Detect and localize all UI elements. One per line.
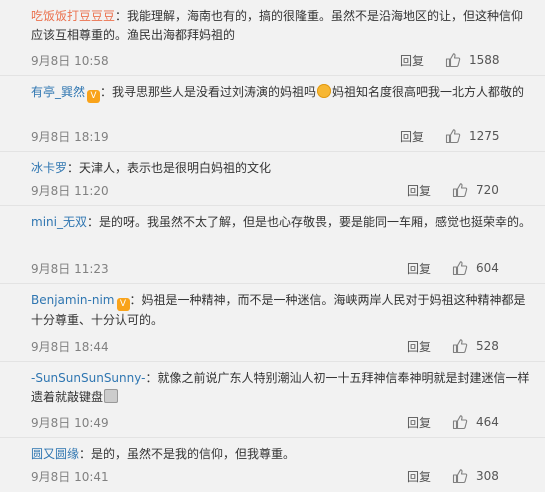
comment-body: 冰卡罗：天津人，表示也是很明白妈祖的文化 [31, 159, 535, 178]
reply-button[interactable]: 回复 [407, 414, 431, 431]
like-count: 464 [476, 415, 499, 429]
comment-separator: ： [86, 215, 99, 229]
comment-time: 9月8日 10:58 [31, 54, 109, 68]
comment-time: 9月8日 10:41 [31, 470, 109, 484]
like-count: 308 [476, 469, 499, 483]
thumbs-up-icon[interactable] [452, 414, 468, 430]
comment-username[interactable]: Benjamin-nim [31, 293, 115, 307]
comment-time: 9月8日 11:20 [31, 184, 109, 198]
vip-badge-icon: V [87, 90, 101, 103]
comment-item: 吃饭饭打豆豆豆：我能理解，海南也有的，搞的很隆重。虽然不是沿海地区的让，但这种信… [0, 0, 545, 76]
comment-item: 冰卡罗：天津人，表示也是很明白妈祖的文化 9月8日 11:20 回复 720 [0, 152, 545, 206]
thumbs-up-icon[interactable] [452, 182, 468, 198]
vip-badge-icon: V [116, 298, 130, 311]
thumbs-up-icon[interactable] [452, 260, 468, 276]
comment-item: 圆又圆缘：是的，虽然不是我的信仰，但我尊重。 9月8日 10:41 回复 308 [0, 438, 545, 492]
like-count: 604 [476, 261, 499, 275]
comment-separator: ： [145, 371, 158, 385]
comment-text: 妈祖知名度很高吧我一北方人都敬的 [332, 85, 525, 99]
comment-username[interactable]: mini_无双 [31, 215, 87, 229]
comment-body: mini_无双：是的呀。我虽然不太了解，但是也心存敬畏，要是能同一车厢，感觉也挺… [31, 213, 535, 232]
comment-footer: 9月8日 10:58 回复 1588 [31, 52, 529, 70]
comment-separator: ： [129, 293, 142, 307]
comment-text: 我寻思那些人是没看过刘涛演的妈祖吗 [112, 85, 317, 99]
comment-item: -SunSunSunSunny-：就像之前说广东人特别潮汕人初一十五拜神信奉神明… [0, 362, 545, 438]
like-count: 720 [476, 183, 499, 197]
comment-footer: 9月8日 11:20 回复 720 [31, 182, 529, 200]
like-count: 1275 [469, 129, 500, 143]
comment-username[interactable]: -SunSunSunSunny- [31, 371, 145, 385]
comment-footer: 9月8日 18:44 回复 528 [31, 338, 529, 356]
comment-footer: 9月8日 10:49 回复 464 [31, 414, 529, 432]
like-count: 528 [476, 339, 499, 353]
comment-body: 圆又圆缘：是的，虽然不是我的信仰，但我尊重。 [31, 445, 535, 464]
comment-body: 有亭_巽然 V ：我寻思那些人是没看过刘涛演的妈祖吗 妈祖知名度很高吧我一北方人都敬的 [31, 83, 535, 103]
comment-time: 9月8日 18:44 [31, 340, 109, 354]
thumbs-up-icon[interactable] [445, 52, 461, 68]
comment-item: mini_无双：是的呀。我虽然不太了解，但是也心存敬畏，要是能同一车厢，感觉也挺… [0, 206, 545, 284]
comment-text: 是的，虽然不是我的信仰，但我尊重。 [91, 447, 296, 461]
comment-separator: ： [100, 85, 113, 99]
comment-username[interactable]: 圆又圆缘 [31, 447, 79, 461]
comment-time: 9月8日 10:49 [31, 416, 109, 430]
thumbs-up-icon[interactable] [452, 468, 468, 484]
comment-item: Benjamin-nim V ：妈祖是一种精神，而不是一种迷信。海峡两岸人民对于妈祖… [0, 284, 545, 362]
thumbs-up-icon[interactable] [445, 128, 461, 144]
comment-body: -SunSunSunSunny-：就像之前说广东人特别潮汕人初一十五拜神信奉神明… [31, 369, 535, 407]
comment-separator: ： [67, 161, 80, 175]
reply-button[interactable]: 回复 [407, 182, 431, 199]
comment-text: 是的呀。我虽然不太了解，但是也心存敬畏，要是能同一车厢，感觉也挺荣幸的。 [98, 215, 531, 229]
comment-username[interactable]: 吃饭饭打豆豆豆 [31, 9, 115, 23]
comment-username[interactable]: 有亭_巽然 [31, 85, 85, 99]
comment-separator: ： [79, 447, 92, 461]
reply-button[interactable]: 回复 [407, 260, 431, 277]
keyboard-emoji-icon [104, 389, 119, 403]
comment-body: Benjamin-nim V ：妈祖是一种精神，而不是一种迷信。海峡两岸人民对于妈祖… [31, 291, 535, 330]
comment-username[interactable]: 冰卡罗 [31, 161, 67, 175]
thumbs-up-icon[interactable] [452, 338, 468, 354]
comment-footer: 9月8日 18:19 回复 1275 [31, 128, 529, 146]
comment-item: 有亭_巽然 V ：我寻思那些人是没看过刘涛演的妈祖吗 妈祖知名度很高吧我一北方人都敬的… [0, 76, 545, 152]
comment-separator: ： [115, 9, 128, 23]
reply-button[interactable]: 回复 [400, 128, 424, 145]
like-count: 1588 [469, 53, 500, 67]
reply-button[interactable]: 回复 [407, 338, 431, 355]
comment-body: 吃饭饭打豆豆豆：我能理解，海南也有的，搞的很隆重。虽然不是沿海地区的让，但这种信… [31, 7, 535, 45]
comment-time: 9月8日 18:19 [31, 130, 109, 144]
comment-time: 9月8日 11:23 [31, 262, 109, 276]
comment-text: 天津人，表示也是很明白妈祖的文化 [79, 161, 272, 175]
reply-button[interactable]: 回复 [407, 468, 431, 485]
comment-list: 吃饭饭打豆豆豆：我能理解，海南也有的，搞的很隆重。虽然不是沿海地区的让，但这种信… [0, 0, 545, 492]
comment-footer: 9月8日 10:41 回复 308 [31, 468, 529, 486]
laughing-emoji-icon [317, 84, 332, 98]
comment-footer: 9月8日 11:23 回复 604 [31, 260, 529, 278]
reply-button[interactable]: 回复 [400, 52, 424, 69]
